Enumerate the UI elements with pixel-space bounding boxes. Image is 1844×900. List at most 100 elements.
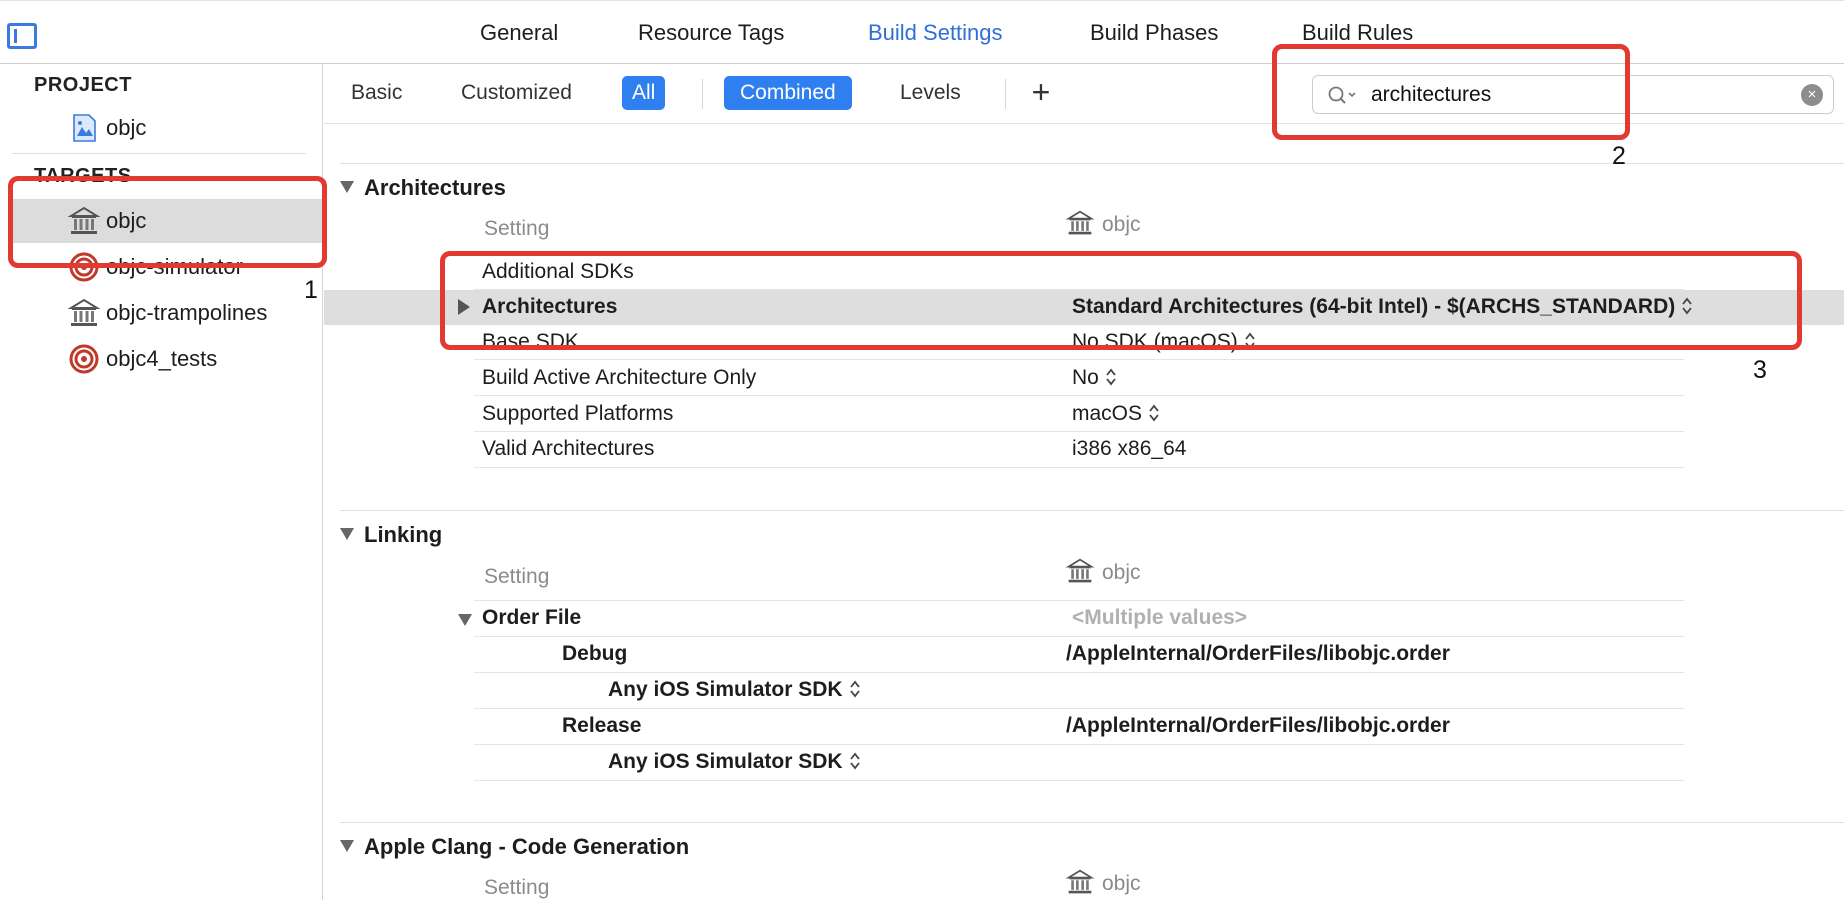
- setting-name: Valid Architectures: [482, 437, 655, 460]
- sidebar-item-label: objc-trampolines: [106, 300, 268, 325]
- section-divider: [340, 510, 1844, 511]
- clear-search-icon[interactable]: ×: [1801, 84, 1823, 106]
- table-row-architectures[interactable]: Architectures Standard Architectures (64…: [324, 290, 1844, 325]
- filter-separator: [1005, 79, 1006, 109]
- search-field[interactable]: ×: [1312, 75, 1834, 114]
- project-navigator-sidebar: PROJECT objc TARGETS objc objc-simulator…: [0, 64, 323, 900]
- section-linking[interactable]: Linking: [340, 522, 442, 548]
- setting-value[interactable]: /AppleInternal/OrderFiles/libobjc.order: [1066, 714, 1450, 738]
- editor-tab-bar: General Resource Tags Build Settings Bui…: [0, 0, 1844, 64]
- table-row-release-sdk-condition[interactable]: Any iOS Simulator SDK: [324, 745, 1844, 779]
- setting-value[interactable]: No: [1072, 366, 1117, 390]
- library-icon: [68, 297, 100, 329]
- table-row-base-sdk[interactable]: Base SDK No SDK (macOS): [324, 325, 1844, 359]
- table-row-debug[interactable]: Debug /AppleInternal/OrderFiles/libobjc.…: [324, 637, 1844, 671]
- sidebar-item-target-objc-simulator[interactable]: objc-simulator: [12, 245, 322, 289]
- row-separator: [474, 359, 1684, 360]
- setting-value[interactable]: Standard Architectures (64-bit Intel) - …: [1072, 295, 1693, 319]
- search-icon: [1328, 86, 1356, 104]
- library-icon: [1064, 209, 1096, 237]
- column-header-target: objc: [1064, 868, 1141, 896]
- annotation-number-2: 2: [1612, 142, 1626, 170]
- tab-general[interactable]: General: [480, 20, 558, 46]
- stepper-icon: [849, 750, 861, 772]
- filter-levels[interactable]: Levels: [890, 76, 971, 110]
- column-header-target: objc: [1064, 209, 1141, 237]
- filter-customized[interactable]: Customized: [451, 76, 582, 110]
- project-header: PROJECT: [34, 74, 132, 96]
- table-row-additional-sdks[interactable]: Additional SDKs: [324, 255, 1844, 289]
- setting-name: Architectures: [482, 295, 618, 318]
- sidebar-toggle-icon[interactable]: [7, 23, 37, 49]
- column-header-setting: Setting: [484, 217, 550, 240]
- table-row-build-active-architecture-only[interactable]: Build Active Architecture Only No: [324, 361, 1844, 395]
- stepper-icon: [1148, 402, 1160, 424]
- target-icon: [68, 251, 100, 283]
- column-header-setting: Setting: [484, 565, 550, 588]
- table-row-order-file[interactable]: Order File <Multiple values>: [324, 601, 1844, 635]
- tab-build-rules[interactable]: Build Rules: [1302, 20, 1413, 46]
- annotation-number-3: 3: [1753, 356, 1767, 384]
- column-header-target: objc: [1064, 557, 1141, 585]
- library-icon: [1064, 557, 1096, 585]
- section-architectures[interactable]: Architectures: [340, 175, 506, 201]
- sidebar-item-target-objc-trampolines[interactable]: objc-trampolines: [12, 291, 322, 335]
- target-icon: [68, 343, 100, 375]
- setting-value[interactable]: No SDK (macOS): [1072, 330, 1256, 354]
- row-separator: [474, 395, 1684, 396]
- disclosure-down-icon[interactable]: [458, 614, 472, 626]
- tab-build-phases[interactable]: Build Phases: [1090, 20, 1218, 46]
- sdk-condition-popup[interactable]: Any iOS Simulator SDK: [608, 750, 861, 774]
- setting-name: Base SDK: [482, 330, 579, 353]
- stepper-icon: [849, 678, 861, 700]
- sidebar-item-target-objc[interactable]: objc: [12, 199, 322, 243]
- build-settings-table: Architectures Setting objc Additional SD…: [324, 125, 1844, 900]
- setting-value[interactable]: i386 x86_64: [1072, 437, 1186, 461]
- setting-name: Build Active Architecture Only: [482, 366, 757, 389]
- disclosure-down-icon: [340, 181, 354, 193]
- disclosure-down-icon: [340, 528, 354, 540]
- stepper-icon: [1681, 295, 1693, 317]
- sidebar-item-target-objc4-tests[interactable]: objc4_tests: [12, 337, 322, 381]
- column-header-setting: Setting: [484, 876, 550, 899]
- filter-all[interactable]: All: [622, 76, 666, 110]
- setting-name: Supported Platforms: [482, 402, 674, 425]
- filter-combined[interactable]: Combined: [724, 76, 852, 110]
- sidebar-item-label: objc: [106, 115, 147, 140]
- setting-name: Order File: [482, 606, 582, 629]
- blueprint-icon: [68, 112, 100, 144]
- build-settings-filter-bar: Basic Customized All Combined Levels + ×: [324, 64, 1844, 124]
- disclosure-down-icon: [340, 840, 354, 852]
- stepper-icon: [1105, 366, 1117, 388]
- section-apple-clang-code-generation[interactable]: Apple Clang - Code Generation: [340, 834, 689, 860]
- setting-value[interactable]: <Multiple values>: [1072, 606, 1247, 630]
- setting-value[interactable]: macOS: [1072, 402, 1160, 426]
- sdk-condition-popup[interactable]: Any iOS Simulator SDK: [608, 678, 861, 702]
- row-separator: [474, 467, 1684, 468]
- disclosure-right-icon[interactable]: [458, 299, 470, 315]
- library-icon: [68, 205, 100, 237]
- table-row-supported-platforms[interactable]: Supported Platforms macOS: [324, 397, 1844, 431]
- filter-basic[interactable]: Basic: [341, 76, 412, 110]
- setting-name: Debug: [562, 642, 628, 665]
- sidebar-item-label: objc-simulator: [106, 254, 243, 279]
- stepper-icon: [1244, 330, 1256, 352]
- table-row-release[interactable]: Release /AppleInternal/OrderFiles/libobj…: [324, 709, 1844, 743]
- search-input[interactable]: [1371, 80, 1791, 110]
- annotation-number-1: 1: [304, 276, 318, 304]
- section-divider: [340, 822, 1844, 823]
- table-row-debug-sdk-condition[interactable]: Any iOS Simulator SDK: [324, 673, 1844, 707]
- tab-build-settings[interactable]: Build Settings: [868, 20, 1003, 46]
- table-row-valid-architectures[interactable]: Valid Architectures i386 x86_64: [324, 432, 1844, 466]
- setting-name: Release: [562, 714, 642, 737]
- setting-value[interactable]: /AppleInternal/OrderFiles/libobjc.order: [1066, 642, 1450, 666]
- sidebar-item-label: objc: [106, 208, 147, 233]
- row-separator: [474, 780, 1684, 781]
- row-separator: [474, 253, 1684, 254]
- tab-resource-tags[interactable]: Resource Tags: [638, 20, 784, 46]
- sidebar-item-project[interactable]: objc: [12, 106, 322, 150]
- add-setting-button[interactable]: +: [1024, 76, 1058, 110]
- library-icon: [1064, 868, 1096, 896]
- targets-header: TARGETS: [34, 165, 132, 187]
- setting-name: Additional SDKs: [482, 260, 634, 283]
